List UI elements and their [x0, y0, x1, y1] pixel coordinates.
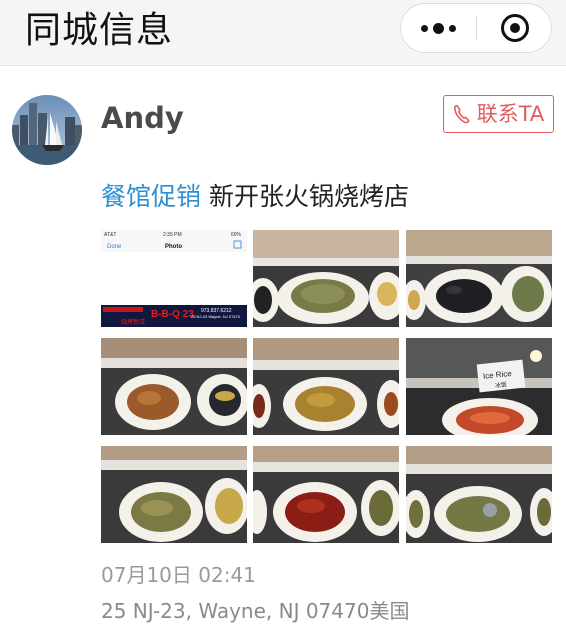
- post-content: 新开张火锅烧烤店: [209, 182, 410, 211]
- sign-name: B-B-Q 23: [151, 309, 194, 320]
- post-time: 07月10日 02:41: [101, 563, 256, 587]
- contact-button[interactable]: 联系TA: [443, 95, 554, 133]
- screenshot-back: Done: [107, 244, 122, 250]
- photo-thumbnail-5[interactable]: [253, 338, 399, 435]
- menu-capsule: [400, 3, 552, 53]
- sign-subtitle: 烧烤新店: [121, 318, 145, 326]
- photo-thumbnail-6[interactable]: Ice Rice 冰饭: [406, 338, 552, 435]
- photo-thumbnail-1[interactable]: AT&T 2:35 PM 60% Done Photo B-B-Q 23 973…: [101, 230, 247, 327]
- status-battery: 60%: [231, 232, 242, 238]
- target-close-icon[interactable]: [477, 4, 552, 52]
- photo-thumbnail-3[interactable]: [406, 230, 552, 327]
- phone-icon: [453, 104, 470, 124]
- post-text: 餐馆促销 新开张火锅烧烤店: [101, 180, 409, 214]
- status-clock: 2:35 PM: [163, 232, 182, 238]
- photo-thumbnail-7[interactable]: [101, 446, 247, 543]
- photo-thumbnail-2[interactable]: [253, 230, 399, 327]
- navigation-bar: 同城信息: [0, 0, 566, 66]
- avatar[interactable]: [12, 95, 82, 165]
- sign-address: 25 NJ-23 Wayne, NJ 07470: [191, 314, 241, 319]
- photo-thumbnail-8[interactable]: [253, 446, 399, 543]
- screenshot-title: Photo: [165, 244, 182, 250]
- post-location[interactable]: 25 NJ-23, Wayne, NJ 07470美国: [101, 598, 409, 624]
- post-category-link[interactable]: 餐馆促销: [101, 182, 201, 211]
- page-title: 同城信息: [25, 10, 174, 51]
- photo-thumbnail-9[interactable]: [406, 446, 552, 543]
- contact-label: 联系TA: [476, 102, 545, 126]
- status-carrier: AT&T: [104, 232, 116, 238]
- buffet-label-cn: 冰饭: [495, 380, 508, 389]
- photo-thumbnail-4[interactable]: [101, 338, 247, 435]
- more-dots-icon[interactable]: [401, 4, 476, 52]
- username: Andy: [101, 101, 184, 135]
